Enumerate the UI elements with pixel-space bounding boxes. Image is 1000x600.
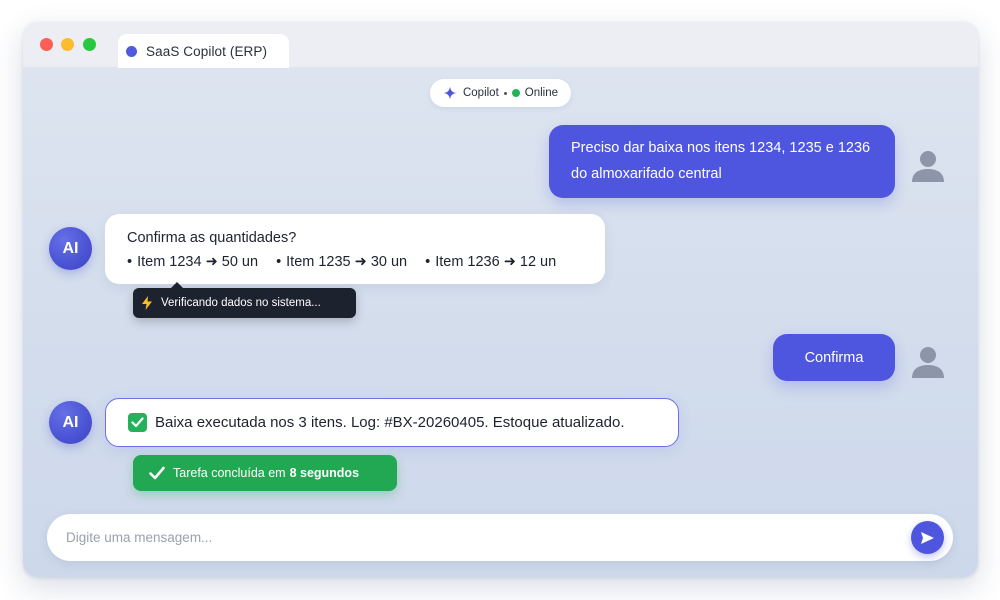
user-message-line: Preciso dar baixa nos itens 1234, 1235 e… — [571, 140, 871, 156]
user-avatar-icon — [912, 347, 944, 378]
user-message-text: Confirma — [804, 349, 864, 366]
ai-message-bubble-success: Baixa executada nos 3 itens. Log: #BX-20… — [105, 398, 679, 447]
assistant-status-badge: Copilot Online — [430, 79, 571, 107]
quantity-list: Item 1234 ➜ 50 un Item 1235 ➜ 30 un Item… — [127, 250, 583, 274]
list-item: Item 1235 ➜ 30 un — [276, 250, 407, 274]
user-message-bubble: Confirma — [773, 334, 895, 381]
ai-avatar: AI — [49, 227, 92, 270]
processing-tooltip: Verificando dados no sistema... — [133, 282, 356, 318]
close-window-button[interactable] — [40, 38, 53, 51]
tab-saas-copilot[interactable]: SaaS Copilot (ERP) — [118, 34, 289, 68]
check-icon — [149, 466, 165, 480]
user-message-bubble: Preciso dar baixa nos itens 1234, 1235 e… — [549, 125, 895, 198]
tab-title: SaaS Copilot (ERP) — [146, 43, 268, 59]
sparkle-icon — [443, 86, 457, 100]
maximize-window-button[interactable] — [83, 38, 96, 51]
send-icon — [921, 531, 934, 544]
minimize-window-button[interactable] — [61, 38, 74, 51]
lightning-icon — [142, 296, 152, 310]
assistant-state: Online — [524, 87, 559, 99]
separator-dot — [503, 91, 507, 95]
online-indicator-icon — [511, 89, 520, 97]
ai-avatar: AI — [49, 401, 92, 444]
title-bar: SaaS Copilot (ERP) — [23, 22, 978, 68]
message-composer — [47, 514, 953, 561]
list-item: Item 1236 ➜ 12 un — [425, 250, 556, 274]
tab-favicon-icon — [126, 45, 137, 57]
ai-message-text: Baixa executada nos 3 itens. Log: #BX-20… — [155, 414, 625, 431]
task-duration: 8 segundos — [289, 466, 360, 480]
ai-message-bubble: Confirma as quantidades? Item 1234 ➜ 50 … — [105, 214, 605, 284]
send-button[interactable] — [911, 521, 944, 554]
app-window: SaaS Copilot (ERP) Copilot Online Precis… — [23, 22, 978, 577]
checkbox-checked-icon — [128, 413, 147, 432]
task-complete-badge: Tarefa concluída em 8 segundos — [133, 455, 397, 491]
task-prefix: Tarefa concluída em — [173, 466, 286, 480]
user-avatar-icon — [912, 151, 944, 182]
user-message-line: do almoxarifado central — [571, 166, 722, 182]
list-item: Item 1234 ➜ 50 un — [127, 250, 258, 274]
message-input[interactable] — [66, 530, 886, 545]
assistant-name: Copilot — [462, 87, 499, 99]
tooltip-text: Verificando dados no sistema... — [161, 297, 321, 309]
ai-question: Confirma as quantidades? — [127, 230, 297, 246]
